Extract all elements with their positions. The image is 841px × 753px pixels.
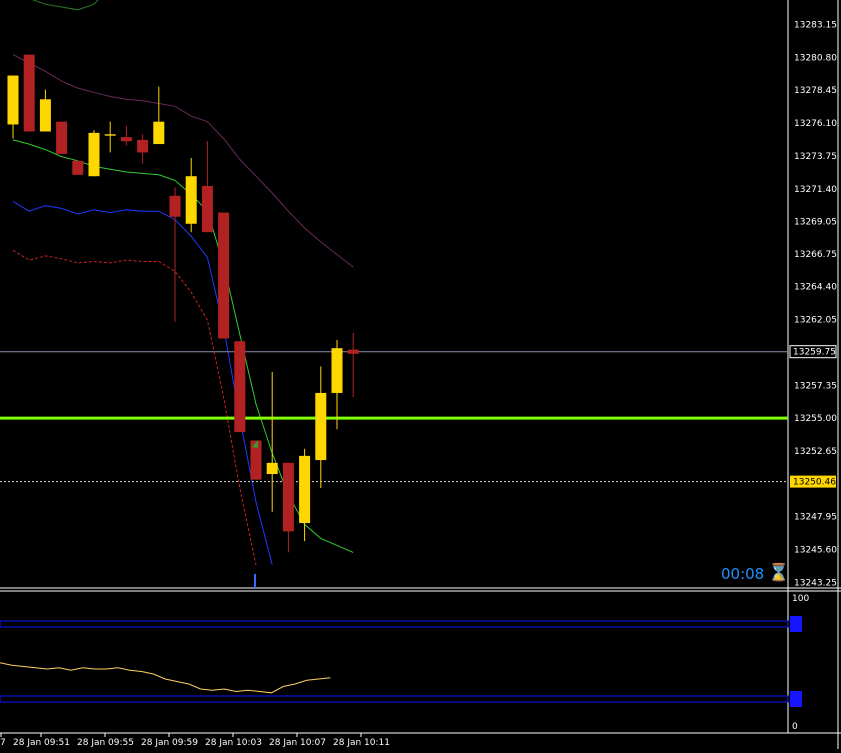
price-tick-label: 13247.95	[794, 513, 837, 523]
price-tick-label: 13273.75	[794, 152, 837, 162]
indicator-line	[31, 0, 99, 11]
time-tick-label: 28 Jan 09:51	[13, 738, 70, 748]
candle[interactable]	[331, 339, 343, 430]
oscillator-axis-label: 100	[792, 594, 809, 604]
candle[interactable]	[153, 86, 165, 145]
price-tick-label: 13255.00	[794, 414, 837, 424]
trading-chart[interactable]: 100 0 13283.15 13280.80 13278.45 13276.10 132…	[0, 0, 841, 749]
level-price-label: 13250.46	[793, 478, 836, 488]
candle[interactable]	[7, 75, 19, 139]
candle-body	[153, 121, 165, 145]
oscillator-panel: 100 0	[0, 594, 809, 732]
candle-body	[185, 176, 197, 224]
candle[interactable]	[234, 341, 246, 433]
candle-body	[72, 160, 84, 175]
price-tick-label: 13252.65	[794, 447, 837, 457]
candle[interactable]	[201, 141, 213, 233]
time-tick-label: 28 Jan 09:59	[141, 738, 198, 748]
candle-body	[23, 54, 35, 132]
price-tick-label: 13278.45	[794, 86, 837, 96]
candle[interactable]	[23, 54, 35, 132]
price-tick-label: 13276.10	[794, 119, 837, 129]
price-tick-label: 13271.40	[794, 185, 837, 195]
candle[interactable]	[120, 125, 132, 146]
candle-body	[218, 212, 230, 339]
oscillator-level-band	[0, 620, 789, 628]
candle[interactable]	[282, 462, 294, 553]
oscillator-level-tag	[790, 691, 802, 707]
candle-body	[88, 132, 100, 177]
price-tick-label: 13266.75	[794, 250, 837, 260]
candle-body	[315, 392, 327, 461]
hourglass-icon: ⌛	[768, 563, 790, 583]
indicator-line	[12, 54, 354, 268]
oscillator-line	[0, 662, 331, 694]
price-tick-label: 13257.35	[794, 381, 837, 391]
price-tick-label: 13283.15	[794, 21, 837, 31]
time-axis: 7 28 Jan 09:51 28 Jan 09:55 28 Jan 09:59 28 …	[0, 733, 390, 748]
candle-body	[120, 137, 132, 142]
time-tick-label: 28 Jan 09:55	[77, 738, 134, 748]
candle[interactable]	[56, 121, 68, 154]
oscillator-level-band	[0, 695, 789, 703]
chart-canvas[interactable]: 1000 13283.1513280.8013278.4513276.10132…	[0, 0, 841, 749]
candle[interactable]	[137, 134, 149, 164]
candle-body	[104, 134, 116, 136]
candle-body	[169, 195, 181, 217]
candle-body	[299, 455, 311, 523]
candle-body	[266, 462, 278, 475]
bar-countdown: 00:08	[721, 565, 765, 583]
price-panel	[0, 0, 841, 749]
candle[interactable]	[218, 212, 230, 339]
candle[interactable]	[88, 130, 100, 177]
time-tick-label: 28 Jan 10:07	[269, 738, 326, 748]
candle-body	[331, 348, 343, 393]
time-tick-label: 28 Jan 10:03	[205, 738, 262, 748]
oscillator-level-tag	[790, 616, 802, 632]
time-tick-label: 7	[0, 738, 6, 748]
candle[interactable]	[315, 366, 327, 489]
indicator-line	[12, 200, 273, 566]
candle[interactable]	[72, 160, 84, 175]
price-tick-label: 13269.05	[794, 218, 837, 228]
candle-body	[39, 99, 51, 132]
candle[interactable]	[104, 121, 116, 153]
candle[interactable]	[169, 187, 181, 322]
price-tick-label: 13264.40	[794, 283, 837, 293]
price-axis: 13283.15 13280.80 13278.45 13276.10 13273.75…	[789, 21, 837, 588]
candle-body	[7, 75, 19, 125]
price-tick-label: 13280.80	[794, 53, 837, 63]
price-tick-label: 13262.05	[794, 316, 837, 326]
time-tick-label: 28 Jan 10:11	[333, 738, 390, 748]
candle-body	[347, 349, 359, 354]
candle-body	[56, 121, 68, 154]
current-price-label: 13259.75	[793, 348, 836, 358]
candle-body	[282, 462, 294, 532]
candle[interactable]	[347, 332, 359, 398]
candle[interactable]	[185, 158, 197, 233]
candle-body	[137, 139, 149, 153]
oscillator-axis-label: 0	[792, 722, 798, 732]
candle[interactable]	[39, 89, 51, 132]
price-tick-label: 13243.25	[794, 578, 837, 588]
candle-body	[234, 341, 246, 433]
price-tick-label: 13245.60	[794, 546, 837, 556]
candle-body	[201, 186, 213, 233]
